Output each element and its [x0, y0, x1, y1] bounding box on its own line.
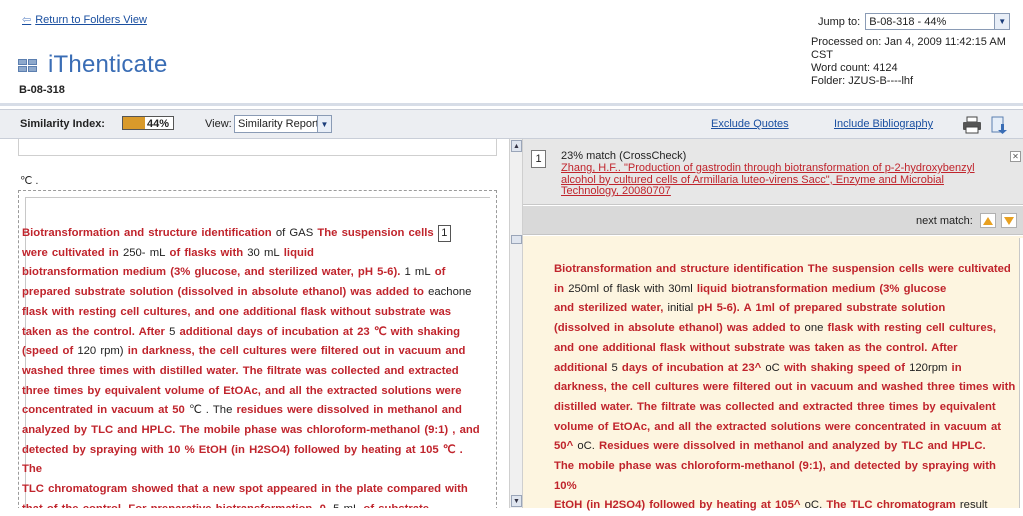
exclude-quotes-link[interactable]: Exclude Quotes [711, 118, 789, 130]
match-number: 1 [531, 150, 546, 168]
submitted-document-pane[interactable]: ℃ . Biotransformation and structure iden… [0, 139, 509, 508]
document-metadata: Processed on: Jan 4, 2009 11:42:15 AM CS… [811, 36, 1023, 88]
header-divider [0, 103, 1023, 106]
match-source-pane: 1 23% match (CrossCheck) Zhang, H.F.. "P… [523, 139, 1023, 511]
similarity-index-fill [123, 117, 145, 129]
similarity-index-value: 44% [147, 118, 170, 130]
match-percentage: 23% match (CrossCheck) [561, 150, 687, 162]
scroll-thumb[interactable] [511, 235, 522, 244]
right-edge-scrollbar[interactable] [1019, 238, 1023, 508]
report-header: ⇦ Return to Folders View Jump to: B-08-3… [0, 0, 1023, 108]
source-text-block: Biotransformation and structure identifi… [554, 263, 1016, 512]
chevron-down-icon[interactable]: ▼ [317, 115, 332, 133]
view-select-value: Similarity Report [238, 118, 319, 130]
word-count: Word count: 4124 [811, 62, 898, 74]
back-arrow-icon: ⇦ [22, 14, 32, 26]
view-label: View: [205, 118, 232, 130]
return-to-folders-link[interactable]: ⇦ Return to Folders View [22, 13, 147, 27]
jump-to-select[interactable]: B-08-318 - 44% ▼ [865, 13, 1011, 30]
jump-to-control: Jump to: B-08-318 - 44% ▼ [818, 13, 1011, 30]
next-match-bar: next match: [523, 206, 1023, 235]
jump-to-label: Jump to: [818, 15, 861, 28]
app-name: iThenticate [48, 51, 168, 78]
match-header: 1 23% match (CrossCheck) Zhang, H.F.. "P… [523, 139, 1023, 205]
preceding-text-fragment: ℃ . [20, 175, 39, 187]
next-match-label: next match: [916, 215, 973, 227]
view-select[interactable]: Similarity Report ▼ [234, 115, 332, 133]
scroll-down-icon[interactable]: ▼ [511, 495, 522, 507]
processed-date: Processed on: Jan 4, 2009 11:42:15 AM CS… [811, 36, 1006, 61]
chevron-down-icon[interactable]: ▼ [994, 13, 1011, 30]
folder-name: Folder: JZUS-B----lhf [811, 75, 914, 87]
ithenticate-logo: iThenticate [18, 51, 168, 79]
logo-cube-icon [18, 56, 40, 74]
similarity-index-label: Similarity Index: [20, 118, 105, 130]
previous-match-button[interactable] [980, 213, 996, 228]
document-id: B-08-318 [19, 84, 65, 96]
source-text-pane[interactable]: Biotransformation and structure identifi… [523, 236, 1023, 511]
scroll-up-icon[interactable]: ▲ [511, 140, 522, 152]
match-marker[interactable]: 1 [437, 224, 451, 242]
arrow-up-icon [983, 216, 993, 225]
divider-scrollbar[interactable]: ▲ ▼ [509, 139, 523, 508]
jump-to-value: B-08-318 - 44% [869, 15, 947, 28]
next-match-button[interactable] [1001, 213, 1017, 228]
report-toolbar: Similarity Index: 44% View: Similarity R… [0, 109, 1023, 139]
arrow-down-icon [1004, 216, 1014, 225]
download-icon[interactable] [990, 116, 1008, 134]
close-icon[interactable]: ✕ [1010, 151, 1021, 162]
print-icon[interactable] [962, 116, 982, 134]
include-bibliography-link[interactable]: Include Bibliography [834, 118, 933, 130]
submitted-text-block[interactable]: Biotransformation and structure identifi… [22, 224, 480, 508]
match-source-link[interactable]: Zhang, H.F.. "Production of gastrodin th… [561, 162, 1001, 198]
return-to-folders-label[interactable]: Return to Folders View [35, 14, 147, 26]
document-top-strip [18, 139, 497, 156]
